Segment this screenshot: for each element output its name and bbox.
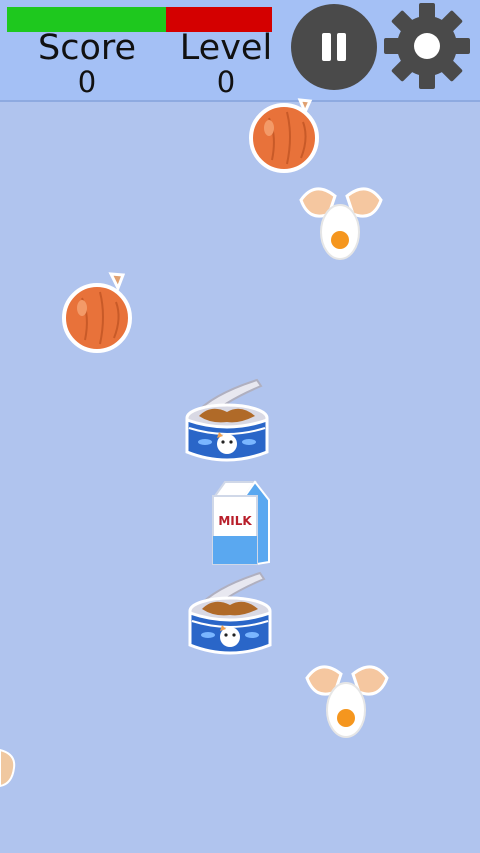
milk-label: MILK	[218, 514, 252, 528]
level-display: Level 0	[174, 28, 278, 99]
settings-button[interactable]	[384, 3, 470, 89]
falling-cat-food-can[interactable]	[183, 376, 271, 466]
pause-icon	[322, 33, 346, 61]
gear-icon	[384, 3, 470, 89]
falling-cat-food-can[interactable]	[186, 569, 274, 659]
pause-button[interactable]	[291, 4, 377, 90]
falling-egg[interactable]	[303, 660, 391, 740]
score-display: Score 0	[32, 28, 142, 99]
game-screen[interactable]: Score 0 Level 0 MILK	[0, 0, 480, 853]
falling-milk-carton[interactable]: MILK	[209, 478, 275, 568]
falling-onion[interactable]	[247, 98, 322, 173]
falling-onion[interactable]	[0, 748, 16, 788]
falling-onion[interactable]	[60, 270, 135, 354]
falling-egg[interactable]	[297, 182, 385, 262]
level-value: 0	[216, 65, 236, 99]
level-label: Level	[179, 28, 273, 68]
score-value: 0	[77, 65, 97, 99]
hud-bar: Score 0 Level 0	[0, 0, 480, 102]
score-label: Score	[37, 28, 137, 68]
